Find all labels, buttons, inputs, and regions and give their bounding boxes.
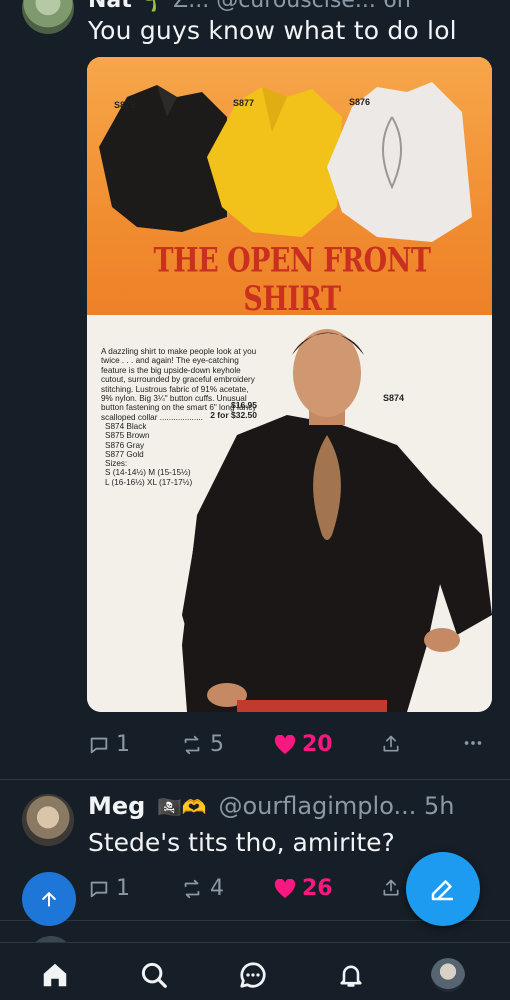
post-image[interactable]: S875 S877 S876 THE OPEN FRONT SHIRT A da… (87, 57, 492, 712)
post-header: Meg 🏴‍☠️🫶 @ourflagimplo... 5h (88, 792, 454, 820)
post-text: You guys know what to do lol (88, 16, 457, 45)
tab-home[interactable] (37, 957, 73, 993)
next-post-peek[interactable]: ... (0, 930, 510, 942)
avatar[interactable] (22, 794, 74, 846)
post-text: Stede's tits tho, amirite? (88, 828, 395, 857)
scroll-to-top-button[interactable] (22, 872, 76, 926)
like-button[interactable]: 20 (274, 732, 333, 757)
chat-icon (240, 962, 266, 988)
tab-search[interactable] (136, 957, 172, 993)
more-button[interactable] (462, 732, 484, 754)
next-post-header: ... (300, 932, 439, 942)
reply-button[interactable]: 1 (88, 876, 130, 901)
share-button[interactable] (381, 734, 401, 754)
author-emoji: 🏴‍☠️🫶 (156, 795, 207, 819)
post-header: Nat 🌱 Z... @curouscise... 6h (88, 0, 411, 13)
tab-profile[interactable] (430, 957, 466, 993)
repost-count: 5 (210, 732, 224, 757)
share-icon (383, 879, 399, 896)
bottom-tab-bar (0, 942, 510, 1000)
ad-headline: THE OPEN FRONT SHIRT (153, 241, 431, 319)
author-name[interactable]: Meg (88, 792, 145, 820)
profile-avatar (431, 958, 465, 992)
heart-icon (274, 878, 296, 898)
author-name[interactable]: Nat (88, 0, 132, 13)
code-label: S875 (114, 100, 136, 110)
like-count: 20 (302, 732, 333, 757)
code-label: S876 (349, 97, 371, 107)
speech-bubble-icon (90, 881, 108, 897)
heart-icon (274, 734, 296, 754)
repost-button[interactable]: 5 (180, 732, 224, 757)
repost-arrows-icon (184, 879, 200, 898)
repost-arrows-icon (184, 735, 200, 754)
compose-button[interactable] (406, 852, 480, 926)
post-1[interactable]: Nat 🌱 Z... @curouscise... 6h You guys kn… (0, 0, 510, 780)
share-icon (383, 735, 399, 752)
price-double: 2 for $32.50 (210, 409, 257, 420)
tab-notifications[interactable] (333, 957, 369, 993)
like-count: 26 (302, 876, 333, 901)
tab-chat[interactable] (235, 957, 271, 993)
author-handle: @ourflagimplo... 5h (218, 792, 455, 820)
repost-count: 4 (210, 876, 224, 901)
author-extra: 🌱 Z... (131, 0, 210, 13)
post-actions: 1 5 20 (0, 726, 510, 766)
ad-shirts-panel: S875 S877 S876 THE OPEN FRONT SHIRT (87, 57, 492, 319)
ellipsis-icon (464, 741, 482, 745)
code-label: S877 (233, 98, 255, 108)
bell-icon (340, 965, 362, 987)
reply-button[interactable]: 1 (88, 732, 130, 757)
home-icon (43, 963, 67, 987)
ad-sizes: S874 Black S875 Brown S876 Gray S877 Gol… (105, 422, 193, 487)
shirts-illustration (99, 82, 472, 242)
pencil-icon (431, 880, 453, 901)
avatar[interactable] (22, 0, 74, 34)
repost-button[interactable]: 4 (180, 876, 224, 901)
reply-count: 1 (116, 876, 130, 901)
ad-price: $16.95 2 for $32.50 (197, 400, 257, 420)
share-button[interactable] (381, 878, 401, 898)
reply-count: 1 (116, 732, 130, 757)
speech-bubble-icon (90, 737, 108, 753)
search-icon (141, 962, 167, 988)
like-button[interactable]: 26 (274, 876, 333, 901)
author-handle: @curouscise... 6h (209, 0, 411, 13)
code-label: S874 (383, 393, 405, 403)
arrow-up-icon (42, 892, 56, 907)
